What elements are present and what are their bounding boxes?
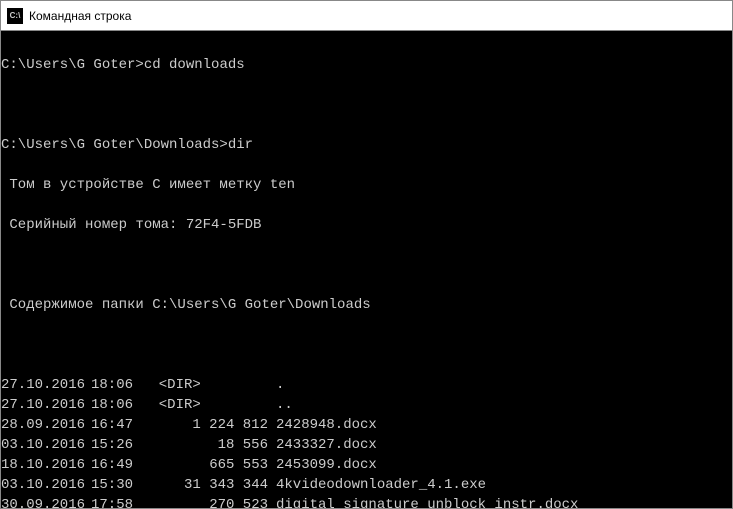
file-name: digital_signature_unblock_instr.docx	[276, 495, 732, 508]
serial-info: Серийный номер тома: 72F4-5FDB	[1, 215, 732, 235]
file-name: ..	[276, 395, 732, 415]
file-size: 18 556	[146, 435, 276, 455]
file-date: 03.10.2016	[1, 435, 91, 455]
file-row: 28.09.201616:471 224 8122428948.docx	[1, 415, 732, 435]
file-row: 27.10.201618:06<DIR> ..	[1, 395, 732, 415]
cmd-icon: C:\	[7, 8, 23, 24]
file-date: 28.09.2016	[1, 415, 91, 435]
file-row: 03.10.201615:2618 5562433327.docx	[1, 435, 732, 455]
file-date: 18.10.2016	[1, 455, 91, 475]
volume-info: Том в устройстве C имеет метку ten	[1, 175, 732, 195]
command-text: cd downloads	[144, 57, 245, 73]
file-name: .	[276, 375, 732, 395]
file-name: 4kvideodownloader_4.1.exe	[276, 475, 732, 495]
file-time: 16:47	[91, 415, 146, 435]
file-size: 665 553	[146, 455, 276, 475]
file-time: 17:58	[91, 495, 146, 508]
file-time: 18:06	[91, 395, 146, 415]
file-row: 18.10.201616:49665 5532453099.docx	[1, 455, 732, 475]
directory-header: Содержимое папки C:\Users\G Goter\Downlo…	[1, 295, 732, 315]
command-prompt-window: C:\ Командная строка C:\Users\G Goter>cd…	[0, 0, 733, 509]
file-name: 2433327.docx	[276, 435, 732, 455]
file-name: 2428948.docx	[276, 415, 732, 435]
file-date: 27.10.2016	[1, 375, 91, 395]
file-date: 30.09.2016	[1, 495, 91, 508]
file-name: 2453099.docx	[276, 455, 732, 475]
prompt-path: C:\Users\G Goter>	[1, 57, 144, 73]
file-size: 1 224 812	[146, 415, 276, 435]
file-date: 27.10.2016	[1, 395, 91, 415]
window-title: Командная строка	[29, 9, 131, 23]
file-time: 16:49	[91, 455, 146, 475]
command-text: dir	[228, 137, 253, 153]
file-time: 15:26	[91, 435, 146, 455]
file-listing: 27.10.201618:06<DIR> .27.10.201618:06<DI…	[1, 375, 732, 508]
file-size: 31 343 344	[146, 475, 276, 495]
file-size: <DIR>	[146, 395, 276, 415]
titlebar[interactable]: C:\ Командная строка	[1, 1, 732, 31]
file-date: 03.10.2016	[1, 475, 91, 495]
file-row: 30.09.201617:58270 523digital_signature_…	[1, 495, 732, 508]
file-size: 270 523	[146, 495, 276, 508]
file-time: 18:06	[91, 375, 146, 395]
file-size: <DIR>	[146, 375, 276, 395]
terminal-output[interactable]: C:\Users\G Goter>cd downloads C:\Users\G…	[1, 31, 732, 508]
file-row: 27.10.201618:06<DIR> .	[1, 375, 732, 395]
prompt-path: C:\Users\G Goter\Downloads>	[1, 137, 228, 153]
file-row: 03.10.201615:3031 343 3444kvideodownload…	[1, 475, 732, 495]
file-time: 15:30	[91, 475, 146, 495]
